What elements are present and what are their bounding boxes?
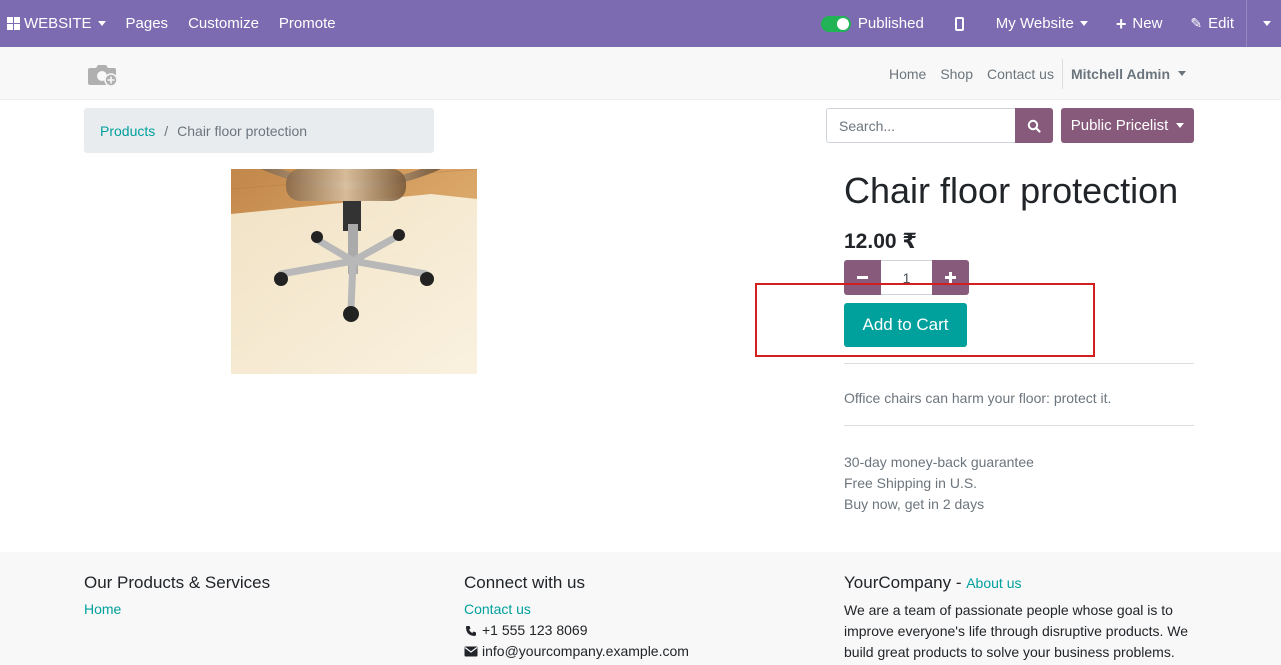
footer-connect-column: Connect with us Contact us +1 555 123 80… (464, 572, 689, 662)
footer-company-text: We are a team of passionate people whose… (844, 600, 1194, 663)
footer-products-title: Our Products & Services (84, 573, 271, 592)
minus-icon (857, 276, 868, 279)
edit-label: Edit (1208, 15, 1234, 32)
phone-icon (466, 625, 476, 636)
website-menu[interactable]: WEBSITE (0, 0, 116, 47)
menu-customize[interactable]: Customize (178, 0, 269, 47)
mobile-icon (954, 16, 964, 31)
footer-title-dash: - (951, 573, 967, 592)
my-website-menu[interactable]: My Website (982, 0, 1102, 47)
website-label: WEBSITE (24, 15, 92, 32)
product-features: 30-day money-back guarantee Free Shippin… (844, 452, 1034, 515)
new-label: New (1132, 15, 1163, 32)
new-button[interactable]: + New (1102, 0, 1177, 47)
divider (844, 363, 1194, 364)
nav-shop[interactable]: Shop (940, 66, 973, 82)
toggle-switch-icon (820, 15, 851, 32)
more-options-button[interactable] (1247, 0, 1281, 47)
feature-item: 30-day money-back guarantee (844, 454, 1034, 470)
user-name: Mitchell Admin (1070, 65, 1170, 82)
search-button[interactable] (1015, 108, 1053, 143)
footer-about-link[interactable]: About us (966, 575, 1021, 591)
feature-item: Free Shipping in U.S. (844, 475, 978, 491)
footer-contact-link[interactable]: Contact us (464, 601, 531, 617)
footer-email: info@yourcompany.example.com (482, 643, 689, 659)
footer-text-line: We are a team of passionate people whose… (844, 602, 1173, 618)
nav-contact-us[interactable]: Contact us (987, 66, 1054, 82)
caret-down-icon (97, 21, 106, 26)
nav-home[interactable]: Home (889, 66, 926, 82)
footer-company-title: YourCompany - About us (844, 572, 1194, 594)
mobile-preview-button[interactable] (941, 0, 982, 47)
plus-icon: + (1115, 13, 1127, 34)
main-nav: Home Shop Contact us Mitchell Admin (875, 47, 1186, 100)
caret-down-icon (1079, 21, 1088, 26)
breadcrumb-products[interactable]: Products (100, 123, 155, 139)
admin-bar: WEBSITE Pages Customize Promote Publishe… (0, 0, 1281, 47)
product-price: 12.00 ₹ (844, 230, 917, 253)
footer-company-name: YourCompany (844, 573, 952, 592)
pricelist-dropdown[interactable]: Public Pricelist (1061, 108, 1194, 143)
footer-company-column: YourCompany - About us We are a team of … (844, 572, 1194, 663)
divider (844, 425, 1194, 426)
published-label: Published (857, 15, 924, 32)
caret-down-icon (1263, 21, 1271, 26)
feature-item: Buy now, get in 2 days (844, 496, 985, 512)
breadcrumb-current: Chair floor protection (177, 122, 308, 139)
footer-products-column: Our Products & Services Home (84, 572, 270, 620)
footer-text-line: improve everyone's life through disrupti… (844, 623, 1189, 639)
footer-phone: +1 555 123 8069 (482, 622, 588, 638)
footer: Our Products & Services Home Connect wit… (0, 552, 1281, 665)
my-website-label: My Website (995, 15, 1074, 32)
camera-plus-icon[interactable] (87, 61, 119, 87)
highlight-box (755, 283, 1095, 357)
menu-pages[interactable]: Pages (116, 0, 179, 47)
menu-promote[interactable]: Promote (269, 0, 346, 47)
footer-connect-title: Connect with us (464, 573, 585, 592)
published-toggle[interactable]: Published (811, 0, 941, 47)
edit-button[interactable]: ✎ Edit (1176, 0, 1238, 47)
breadcrumb: Products / Chair floor protection (84, 108, 434, 153)
plus-icon (945, 272, 956, 283)
user-menu[interactable]: Mitchell Admin (1061, 58, 1186, 89)
site-header: Home Shop Contact us Mitchell Admin (0, 47, 1281, 100)
footer-home-link[interactable]: Home (84, 601, 121, 617)
search-icon (1027, 119, 1041, 133)
breadcrumb-separator: / (164, 122, 169, 139)
search-form (826, 108, 1053, 143)
product-image (231, 169, 477, 374)
footer-text-line: build great products to solve your busin… (844, 644, 1175, 660)
product-title: Chair floor protection (844, 170, 1179, 211)
search-input[interactable] (826, 108, 1015, 143)
envelope-icon (464, 646, 478, 657)
pencil-icon: ✎ (1190, 15, 1203, 31)
caret-down-icon (1178, 71, 1186, 76)
product-description: Office chairs can harm your floor: prote… (844, 390, 1112, 406)
pricelist-label: Public Pricelist (1070, 117, 1169, 134)
apps-grid-icon (7, 17, 20, 30)
caret-down-icon (1176, 123, 1185, 128)
